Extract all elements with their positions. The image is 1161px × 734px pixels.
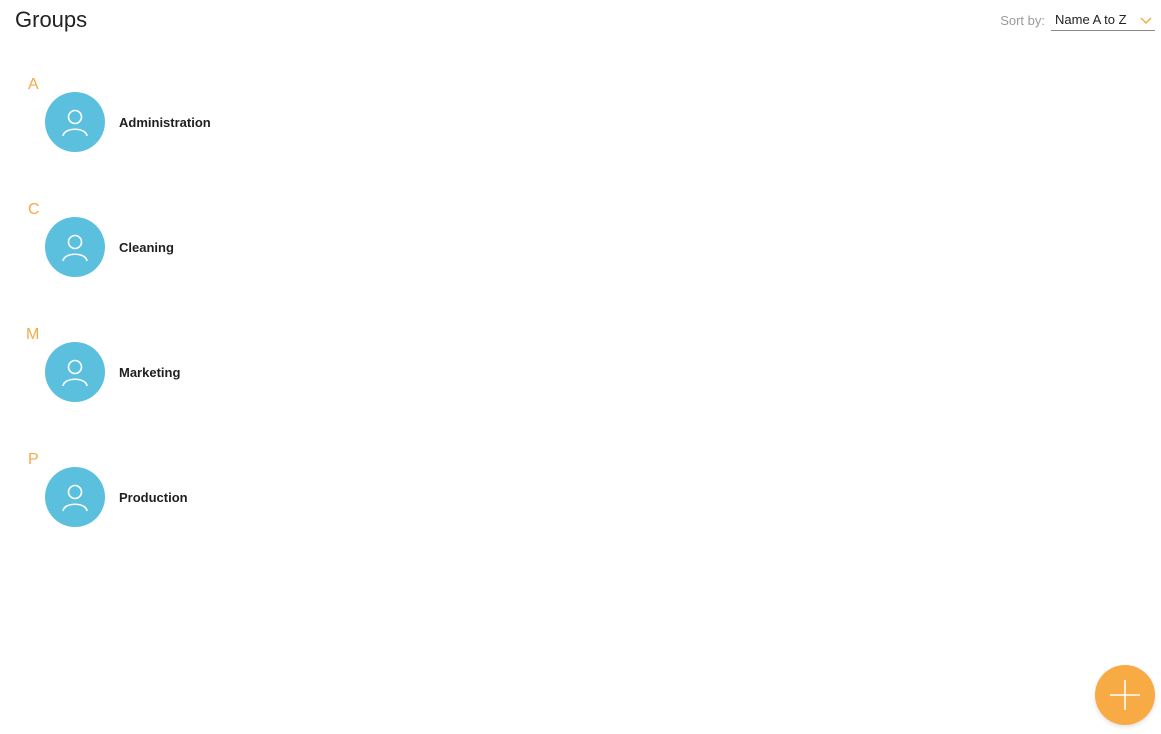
section-letter: M [26, 326, 40, 343]
sort-control: Sort by: Name A to Z [1000, 10, 1155, 31]
group-item-marketing[interactable]: Marketing [45, 342, 180, 402]
section-c: C Cleaning [0, 199, 1161, 324]
sort-dropdown[interactable]: Name A to Z [1051, 10, 1155, 31]
user-icon [62, 234, 88, 262]
section-a: A Administration [0, 74, 1161, 199]
group-list: A Administration C Cleaning M Marketing … [0, 74, 1161, 574]
group-item-production[interactable]: Production [45, 467, 188, 527]
section-p: P Production [0, 449, 1161, 574]
chevron-down-icon [1139, 13, 1153, 27]
section-m: M Marketing [0, 324, 1161, 449]
group-name: Cleaning [119, 239, 174, 255]
user-icon [62, 359, 88, 387]
group-item-administration[interactable]: Administration [45, 92, 211, 152]
group-avatar [45, 217, 105, 277]
user-icon [62, 109, 88, 137]
sort-label: Sort by: [1000, 12, 1045, 28]
group-name: Administration [119, 114, 211, 130]
group-avatar [45, 342, 105, 402]
group-avatar [45, 92, 105, 152]
group-name: Marketing [119, 364, 181, 380]
section-letter: A [28, 76, 39, 93]
section-letter: P [28, 451, 39, 468]
plus-icon [1110, 680, 1140, 710]
group-item-cleaning[interactable]: Cleaning [45, 217, 174, 277]
section-letter: C [28, 201, 40, 218]
add-group-button[interactable] [1095, 665, 1155, 725]
sort-selected-value: Name A to Z [1055, 12, 1127, 27]
group-name: Production [119, 489, 188, 505]
user-icon [62, 484, 88, 512]
group-avatar [45, 467, 105, 527]
page-title: Groups [15, 7, 88, 32]
